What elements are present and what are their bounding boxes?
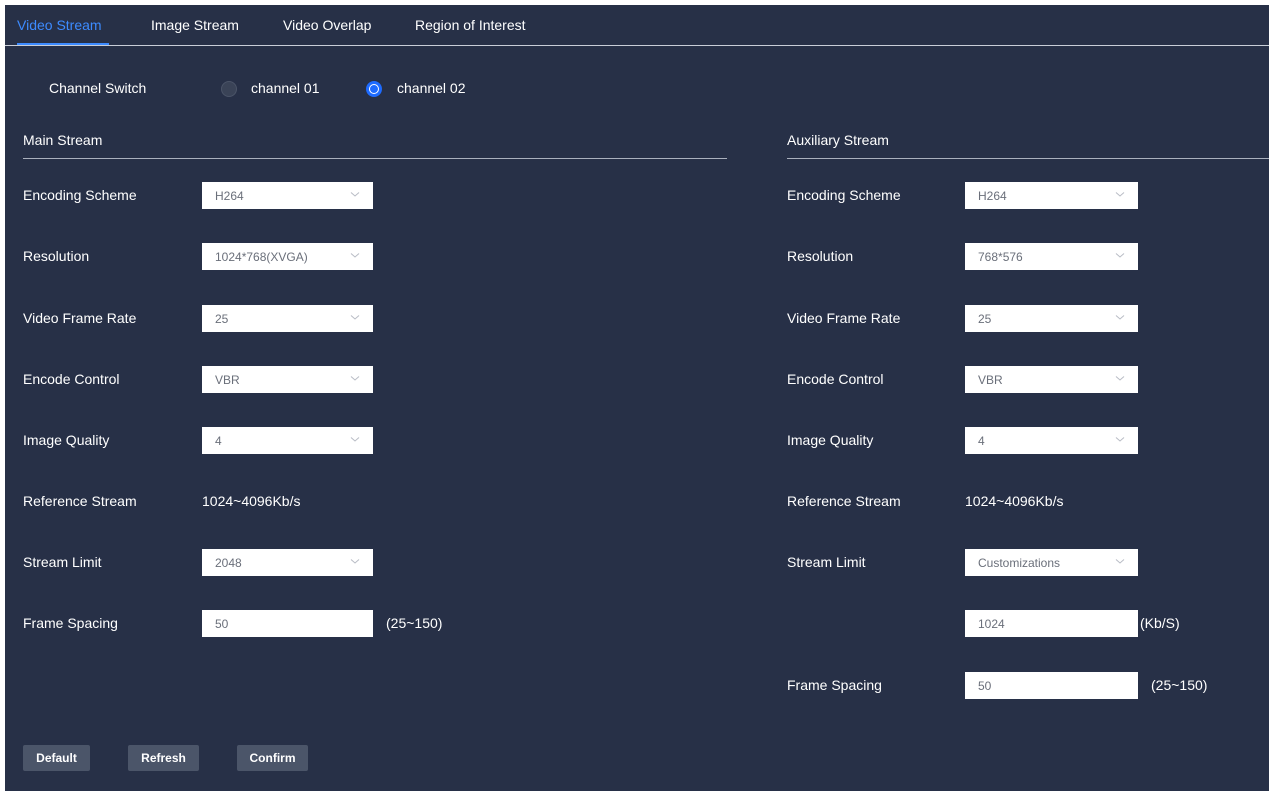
aux-custom-bitrate-value: 1024	[978, 617, 1005, 631]
channel-switch-label: Channel Switch	[49, 80, 147, 96]
aux-image-quality-select[interactable]: 4	[965, 427, 1138, 454]
main-encode-control-value: VBR	[215, 373, 240, 387]
aux-stream-limit-value: Customizations	[978, 556, 1061, 570]
chevron-down-icon	[1114, 249, 1126, 261]
aux-encoding-scheme-label: Encoding Scheme	[787, 187, 901, 203]
main-frame-rate-select[interactable]: 25	[202, 305, 373, 332]
main-stream-title: Main Stream	[23, 132, 103, 148]
main-encoding-scheme-select[interactable]: H264	[202, 182, 373, 209]
main-frame-rate-value: 25	[215, 312, 229, 326]
aux-resolution-label: Resolution	[787, 248, 854, 264]
aux-resolution-value: 768*576	[978, 250, 1023, 264]
channel-01-label[interactable]: channel 01	[251, 80, 320, 96]
aux-frame-spacing-range: (25~150)	[1151, 677, 1208, 693]
main-frame-spacing-input[interactable]: 50	[202, 610, 373, 637]
chevron-down-icon	[349, 555, 361, 567]
aux-frame-spacing-input[interactable]: 50	[965, 672, 1138, 699]
main-frame-spacing-value: 50	[215, 617, 229, 631]
aux-encode-control-select[interactable]: VBR	[965, 366, 1138, 393]
chevron-down-icon	[349, 372, 361, 384]
aux-resolution-select[interactable]: 768*576	[965, 243, 1138, 270]
main-image-quality-select[interactable]: 4	[202, 427, 373, 454]
chevron-down-icon	[349, 433, 361, 445]
chevron-down-icon	[1114, 555, 1126, 567]
main-resolution-label: Resolution	[23, 248, 90, 264]
confirm-button[interactable]: Confirm	[237, 745, 308, 771]
aux-custom-bitrate-input[interactable]: 1024	[965, 610, 1138, 637]
chevron-down-icon	[349, 311, 361, 323]
aux-stream-limit-label: Stream Limit	[787, 554, 866, 570]
tab-video-stream[interactable]: Video Stream	[17, 17, 102, 33]
chevron-down-icon	[349, 188, 361, 200]
main-resolution-value: 1024*768(XVGA)	[215, 250, 308, 264]
main-image-quality-label: Image Quality	[23, 432, 110, 448]
main-encoding-scheme-label: Encoding Scheme	[23, 187, 137, 203]
aux-frame-rate-label: Video Frame Rate	[787, 310, 901, 326]
tab-bar-divider	[5, 45, 1269, 46]
main-stream-divider	[23, 158, 727, 159]
main-image-quality-value: 4	[215, 434, 222, 448]
aux-reference-stream-value: 1024~4096Kb/s	[965, 493, 1064, 509]
aux-stream-divider	[787, 158, 1269, 159]
main-frame-spacing-label: Frame Spacing	[23, 615, 118, 631]
aux-frame-spacing-value: 50	[978, 679, 992, 693]
aux-frame-rate-value: 25	[978, 312, 992, 326]
main-frame-rate-label: Video Frame Rate	[23, 310, 137, 326]
aux-encode-control-label: Encode Control	[787, 371, 884, 387]
tab-bar: Video Stream Image Stream Video Overlap …	[5, 5, 1269, 47]
main-reference-stream-label: Reference Stream	[23, 493, 137, 509]
channel-01-radio[interactable]	[221, 81, 237, 97]
chevron-down-icon	[1114, 311, 1126, 323]
main-reference-stream-value: 1024~4096Kb/s	[202, 493, 301, 509]
aux-frame-spacing-label: Frame Spacing	[787, 677, 882, 693]
channel-02-radio[interactable]	[366, 81, 382, 97]
aux-custom-bitrate-unit: (Kb/S)	[1140, 615, 1180, 631]
main-encode-control-select[interactable]: VBR	[202, 366, 373, 393]
channel-02-label[interactable]: channel 02	[397, 80, 466, 96]
main-stream-limit-label: Stream Limit	[23, 554, 102, 570]
aux-frame-rate-select[interactable]: 25	[965, 305, 1138, 332]
chevron-down-icon	[1114, 372, 1126, 384]
aux-encoding-scheme-value: H264	[978, 189, 1007, 203]
main-frame-spacing-range: (25~150)	[386, 615, 443, 631]
aux-image-quality-label: Image Quality	[787, 432, 874, 448]
main-stream-limit-value: 2048	[215, 556, 242, 570]
main-stream-limit-select[interactable]: 2048	[202, 549, 373, 576]
tab-video-overlap[interactable]: Video Overlap	[283, 17, 371, 33]
aux-encoding-scheme-select[interactable]: H264	[965, 182, 1138, 209]
aux-stream-title: Auxiliary Stream	[787, 132, 889, 148]
video-stream-settings-panel: Video Stream Image Stream Video Overlap …	[5, 5, 1269, 791]
chevron-down-icon	[1114, 433, 1126, 445]
aux-encode-control-value: VBR	[978, 373, 1003, 387]
aux-reference-stream-label: Reference Stream	[787, 493, 901, 509]
refresh-button[interactable]: Refresh	[128, 745, 199, 771]
aux-stream-limit-select[interactable]: Customizations	[965, 549, 1138, 576]
main-resolution-select[interactable]: 1024*768(XVGA)	[202, 243, 373, 270]
tab-image-stream[interactable]: Image Stream	[151, 17, 239, 33]
main-encoding-scheme-value: H264	[215, 189, 244, 203]
default-button[interactable]: Default	[23, 745, 90, 771]
aux-image-quality-value: 4	[978, 434, 985, 448]
chevron-down-icon	[349, 249, 361, 261]
main-encode-control-label: Encode Control	[23, 371, 120, 387]
tab-region-of-interest[interactable]: Region of Interest	[415, 17, 526, 33]
chevron-down-icon	[1114, 188, 1126, 200]
